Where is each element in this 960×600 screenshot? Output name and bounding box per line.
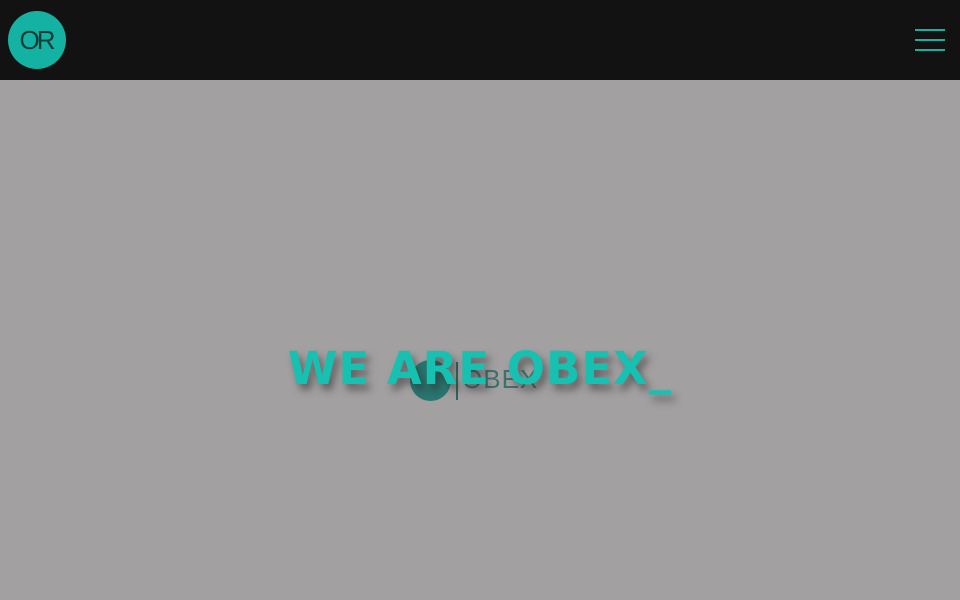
menu-line — [915, 39, 945, 41]
menu-line — [915, 29, 945, 31]
menu-line — [915, 49, 945, 51]
home-logo-button[interactable]: OR — [8, 11, 66, 69]
hero-headline: WE ARE OBEX_ — [287, 342, 673, 395]
hamburger-menu-icon[interactable] — [915, 29, 945, 51]
logo-text: OR — [19, 24, 56, 55]
top-navigation-bar: OR — [0, 0, 960, 80]
hero-section: OBEX WE ARE OBEX_ — [0, 80, 960, 600]
